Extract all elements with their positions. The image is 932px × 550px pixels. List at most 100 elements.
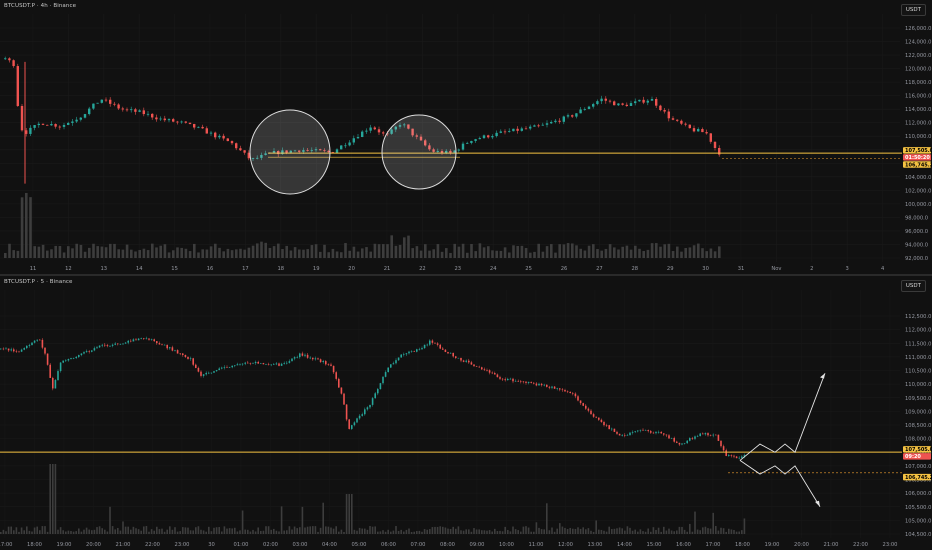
volume-bar xyxy=(202,530,205,534)
candle-body xyxy=(254,361,257,364)
candle-body xyxy=(397,357,400,361)
candle-body xyxy=(583,109,586,110)
volume-bar xyxy=(117,527,119,534)
volume-bar xyxy=(694,511,696,534)
candle-body xyxy=(201,126,204,129)
candle-body xyxy=(728,455,730,456)
candle-body xyxy=(374,393,376,399)
volume-bar xyxy=(733,529,735,534)
volume-bar xyxy=(466,252,469,258)
bottom-chart-canvas[interactable]: 112,500.0 112,000.0 111,500.0 111,000.0 110,… xyxy=(0,276,932,550)
volume-bar xyxy=(629,249,633,258)
volume-bar xyxy=(243,249,246,258)
volume-bar xyxy=(543,529,545,534)
candle-body xyxy=(488,370,491,373)
candle-body xyxy=(592,104,595,107)
volume-bar xyxy=(499,250,503,258)
candle-body xyxy=(353,422,356,426)
volume-bar xyxy=(530,531,532,534)
candle-body xyxy=(62,124,66,127)
candle-body xyxy=(689,438,691,441)
candle-body xyxy=(569,391,571,394)
volume-bar xyxy=(436,244,440,258)
volume-bar xyxy=(494,528,496,534)
candle-body xyxy=(65,360,67,362)
candle-body xyxy=(200,371,202,376)
candle-body xyxy=(356,136,360,139)
volume-bar xyxy=(603,530,605,534)
candle-body xyxy=(67,122,70,125)
candle-body xyxy=(691,438,694,439)
volume-bar xyxy=(561,526,564,534)
candle-body xyxy=(625,104,628,106)
volume-bar xyxy=(507,529,509,534)
x-tick-label: 19 xyxy=(313,266,320,272)
volume-bar xyxy=(46,250,49,258)
volume-bar xyxy=(621,528,623,534)
volume-bar xyxy=(491,250,494,258)
x-tick-label: 21:00 xyxy=(116,542,131,548)
candle-body xyxy=(533,125,536,127)
candle-body xyxy=(442,348,444,350)
candle-body xyxy=(481,367,483,370)
y-tick-label: 96,000.0 xyxy=(905,229,928,235)
volume-bar xyxy=(387,529,389,534)
bottom-unit-button[interactable]: USDT xyxy=(900,280,926,292)
candle-body xyxy=(176,350,179,354)
candle-body xyxy=(369,404,371,408)
volume-bar xyxy=(369,251,372,258)
bottom-chart-pane[interactable]: 112,500.0 112,000.0 111,500.0 111,000.0 110,… xyxy=(0,276,932,550)
volume-bar xyxy=(273,528,275,534)
top-unit-button[interactable]: USDT xyxy=(900,4,926,16)
volume-bar xyxy=(680,251,683,258)
volume-bar xyxy=(281,249,284,258)
x-tick-label: 18 xyxy=(277,266,284,272)
volume-bar xyxy=(587,528,590,534)
top-chart-canvas[interactable]: 126,000.0 124,000.0 122,000.0 120,000.0 118,… xyxy=(0,0,932,274)
volume-bar xyxy=(257,527,259,534)
candle-body xyxy=(117,343,119,345)
x-tick-label: 22:00 xyxy=(145,542,160,548)
candle-body xyxy=(575,113,578,117)
projection-down-arrow xyxy=(739,460,821,507)
volume-bar xyxy=(291,529,293,534)
volume-bar xyxy=(205,249,209,258)
volume-bar xyxy=(709,528,712,534)
volume-bar xyxy=(231,528,233,534)
candle-body xyxy=(392,363,395,365)
volume-bar xyxy=(92,243,95,258)
volume-bar xyxy=(592,531,595,534)
volume-bar xyxy=(52,464,54,534)
volume-bar xyxy=(453,243,456,258)
candle-body xyxy=(603,422,605,426)
volume-bar xyxy=(275,530,278,534)
volume-bar xyxy=(642,531,644,534)
volume-bar xyxy=(590,530,592,534)
y-tick-label: 108,000.0 xyxy=(905,437,931,443)
volume-bar xyxy=(634,245,637,258)
candle-body xyxy=(657,431,660,433)
candle-body xyxy=(93,348,96,351)
arrowhead-up-icon xyxy=(820,373,825,379)
x-tick-label: 19:00 xyxy=(57,542,72,548)
volume-bar xyxy=(488,530,491,534)
volume-bar xyxy=(571,243,574,258)
candle-body xyxy=(0,348,2,350)
volume-bar xyxy=(348,494,350,534)
volume-bar xyxy=(522,526,525,534)
candle-body xyxy=(566,391,569,393)
volume-bar xyxy=(373,243,377,258)
candle-body xyxy=(188,122,192,124)
volume-bar xyxy=(179,531,181,534)
top-chart-pane[interactable]: 126,000.0 124,000.0 122,000.0 120,000.0 118,… xyxy=(0,0,932,274)
candle-body xyxy=(730,455,733,456)
candle-body xyxy=(325,361,327,365)
candle-body xyxy=(91,350,93,352)
candle-body xyxy=(358,415,361,419)
volume-bar xyxy=(280,506,283,534)
volume-bar xyxy=(646,249,650,258)
x-tick-label: 3 xyxy=(846,266,849,272)
candle-body xyxy=(234,365,236,366)
candle-body xyxy=(18,351,20,353)
volume-bar xyxy=(310,245,314,258)
